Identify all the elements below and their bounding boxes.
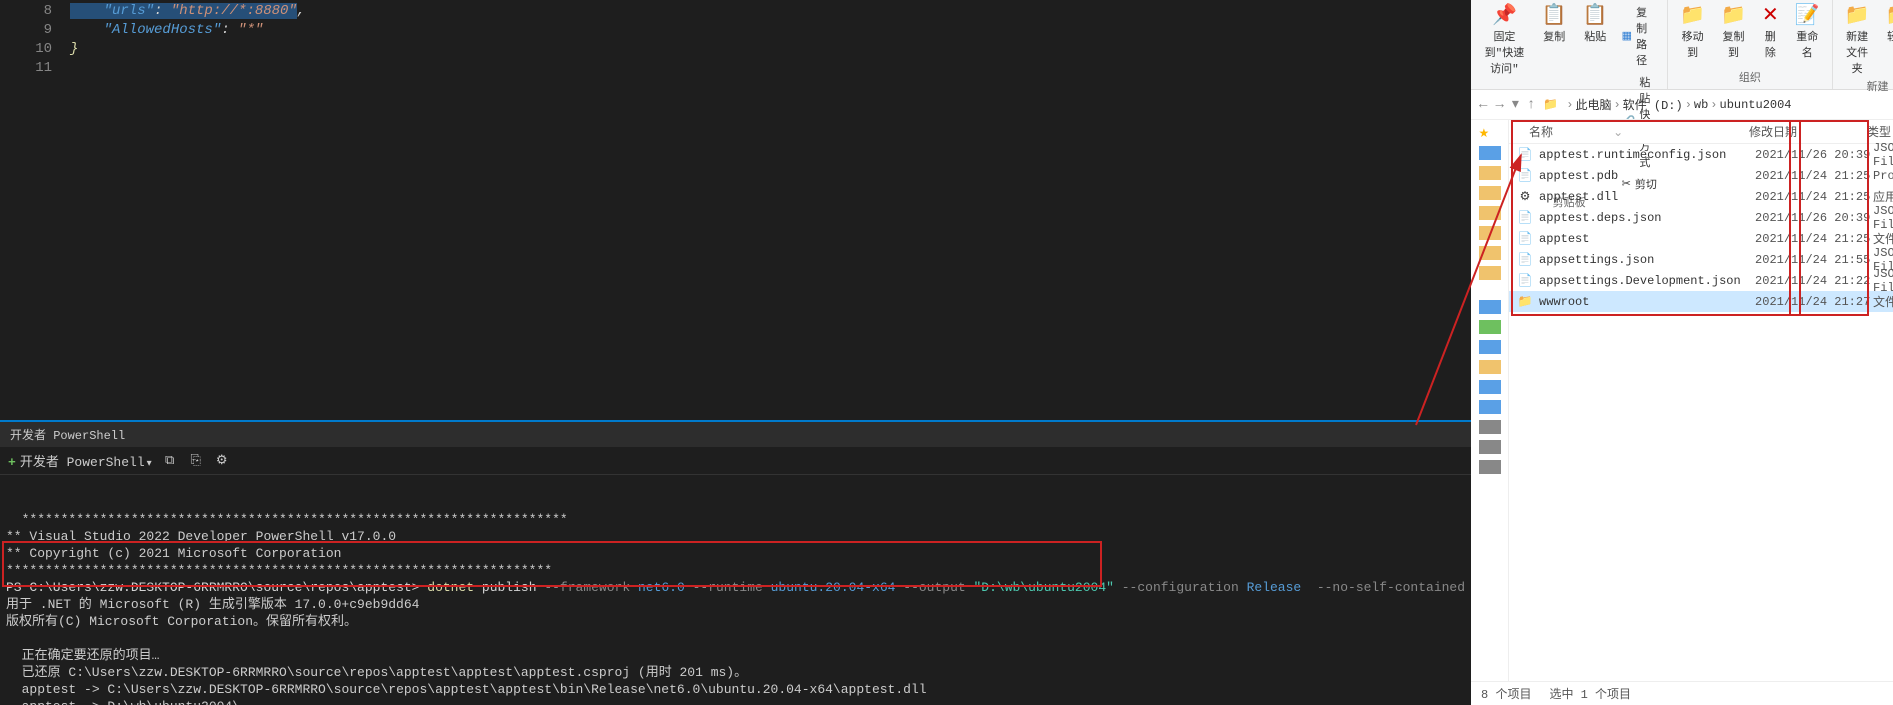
code-editor[interactable]: 891011 "urls": "http://*:8880", "Allowed… — [0, 0, 1471, 420]
file-row[interactable]: 📁wwwroot2021/11/24 21:27文件夹 — [1509, 291, 1893, 312]
file-row[interactable]: 📄apptest.pdb2021/11/24 21:25Program — [1509, 165, 1893, 186]
powershell-title: 开发者 PowerShell — [0, 420, 1471, 447]
sidebar-item[interactable] — [1479, 266, 1501, 280]
file-row[interactable]: 📄apptest.runtimeconfig.json2021/11/26 20… — [1509, 144, 1893, 165]
organize-group-label: 组织 — [1739, 69, 1761, 85]
nav-up-icon[interactable]: ↑ — [1527, 97, 1535, 113]
file-row[interactable]: 📄apptest2021/11/24 21:25文件 — [1509, 228, 1893, 249]
code-area[interactable]: "urls": "http://*:8880", "AllowedHosts":… — [70, 2, 1471, 420]
file-list[interactable]: 名称⌄ 修改日期 类型 📄apptest.runtimeconfig.json2… — [1509, 120, 1893, 681]
new-folder-button[interactable]: 📁新建文件夹 — [1839, 2, 1876, 78]
file-rows: 📄apptest.runtimeconfig.json2021/11/26 20… — [1509, 144, 1893, 312]
nav-history-icon[interactable]: ▾ — [1512, 96, 1519, 113]
sidebar-item[interactable] — [1479, 340, 1501, 354]
file-row[interactable]: 📄appsettings.json2021/11/24 21:55JSON Fi… — [1509, 249, 1893, 270]
sidebar-item[interactable] — [1479, 206, 1501, 220]
sidebar-item[interactable] — [1479, 440, 1501, 454]
nav-back-icon[interactable]: ← — [1479, 97, 1487, 113]
ribbon: 📌固定到"快速访问" 📋复制 📋粘贴 ▦复制路径 🔗粘贴快捷方式 ✂剪切 剪贴板… — [1471, 0, 1893, 90]
copy-button[interactable]: 📋复制 — [1536, 2, 1573, 46]
this-pc-icon[interactable] — [1479, 300, 1501, 314]
settings-icon[interactable]: ⚙ — [214, 453, 230, 469]
col-date[interactable]: 修改日期 — [1749, 123, 1867, 140]
status-bar: 8 个项目 选中 1 个项目 — [1471, 681, 1893, 705]
pin-button[interactable]: 📌固定到"快速访问" — [1477, 2, 1532, 78]
terminal[interactable]: ****************************************… — [0, 475, 1471, 705]
add-terminal-button[interactable]: +开发者 PowerShell▾ — [8, 451, 152, 470]
sidebar-item[interactable] — [1479, 360, 1501, 374]
folder-icon: 📁 — [1543, 97, 1558, 112]
quick-access-icon[interactable]: ★ — [1479, 126, 1501, 140]
sidebar-item[interactable] — [1479, 226, 1501, 240]
file-row[interactable]: ⚙apptest.dll2021/11/24 21:25应用程序 — [1509, 186, 1893, 207]
file-row[interactable]: 📄apptest.deps.json2021/11/26 20:39JSON F… — [1509, 207, 1893, 228]
copyto-button[interactable]: 📁复制到 — [1715, 2, 1752, 62]
breadcrumb[interactable]: ›此电脑 ›软件 (D:) ›wb ›ubuntu2004 — [1566, 96, 1893, 113]
sidebar-item[interactable] — [1479, 380, 1501, 394]
powershell-toolbar: +开发者 PowerShell▾ ⧉ ⎘ ⚙ — [0, 447, 1471, 475]
col-type[interactable]: 类型 — [1867, 123, 1893, 140]
copy-icon[interactable]: ⎘ — [188, 453, 204, 469]
nav-forward-icon[interactable]: → — [1495, 97, 1503, 113]
sidebar-item[interactable] — [1479, 246, 1501, 260]
line-gutter: 891011 — [0, 2, 70, 420]
selection-count: 选中 1 个项目 — [1549, 685, 1631, 702]
sidebar-item[interactable] — [1479, 320, 1501, 334]
paste-button[interactable]: 📋粘贴 — [1577, 2, 1614, 46]
split-terminal-icon[interactable]: ⧉ — [162, 453, 178, 469]
sidebar-item[interactable] — [1479, 186, 1501, 200]
sidebar-item[interactable] — [1479, 146, 1501, 160]
address-bar[interactable]: ← → ▾ ↑ 📁 ›此电脑 ›软件 (D:) ›wb ›ubuntu2004 — [1471, 90, 1893, 120]
copy-path-button[interactable]: ▦复制路径 — [1618, 2, 1662, 70]
file-explorer: 📌固定到"快速访问" 📋复制 📋粘贴 ▦复制路径 🔗粘贴快捷方式 ✂剪切 剪贴板… — [1471, 0, 1893, 705]
explorer-sidebar: ★ — [1471, 120, 1509, 681]
sidebar-item[interactable] — [1479, 400, 1501, 414]
sidebar-item[interactable] — [1479, 420, 1501, 434]
item-count: 8 个项目 — [1481, 685, 1531, 702]
easy-button[interactable]: 📁轻松 — [1880, 2, 1893, 46]
col-name[interactable]: 名称⌄ — [1509, 123, 1749, 140]
rename-button[interactable]: 📝重命名 — [1789, 2, 1826, 62]
file-row[interactable]: 📄appsettings.Development.json2021/11/24 … — [1509, 270, 1893, 291]
sidebar-item[interactable] — [1479, 460, 1501, 474]
sidebar-item[interactable] — [1479, 166, 1501, 180]
delete-button[interactable]: ✕删除 — [1756, 2, 1785, 62]
column-headers[interactable]: 名称⌄ 修改日期 类型 — [1509, 120, 1893, 144]
moveto-button[interactable]: 📁移动到 — [1674, 2, 1711, 62]
